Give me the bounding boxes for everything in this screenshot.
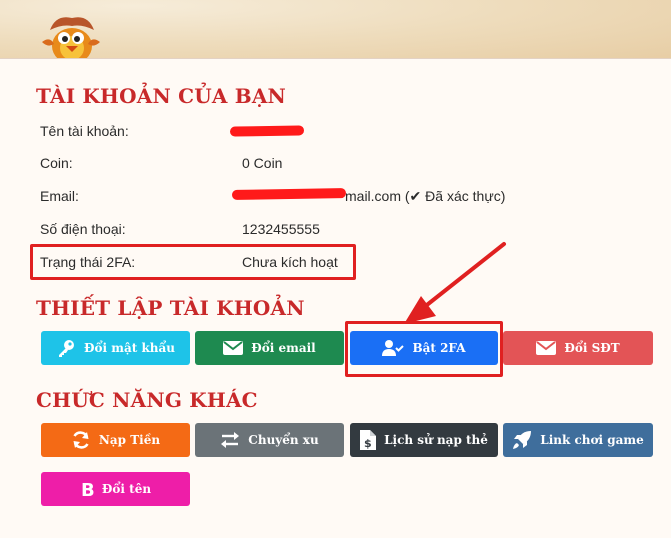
rocket-icon xyxy=(513,431,532,449)
other-section-title: CHỨC NĂNG KHÁC xyxy=(36,388,258,412)
rename-label: Đổi tên xyxy=(101,482,152,496)
rename-button[interactable]: B Đổi tên xyxy=(41,472,190,506)
svg-text:B: B xyxy=(81,480,94,498)
topup-history-button[interactable]: $ Lịch sử nạp thẻ xyxy=(350,423,498,457)
refresh-icon xyxy=(73,431,89,449)
topup-history-label: Lịch sử nạp thẻ xyxy=(384,433,488,447)
svg-text:$: $ xyxy=(364,437,372,450)
transfer-coins-button[interactable]: Chuyển xu xyxy=(195,423,344,457)
game-link-label: Link chơi game xyxy=(540,433,644,447)
exchange-icon xyxy=(221,432,240,448)
top-up-button[interactable]: Nạp Tiền xyxy=(41,423,190,457)
file-dollar-icon: $ xyxy=(360,430,377,450)
transfer-coins-label: Chuyển xu xyxy=(248,433,319,447)
top-up-label: Nạp Tiền xyxy=(98,433,161,447)
annotation-arrow xyxy=(404,242,506,324)
game-link-button[interactable]: Link chơi game xyxy=(503,423,653,457)
bold-b-icon: B xyxy=(81,480,94,498)
